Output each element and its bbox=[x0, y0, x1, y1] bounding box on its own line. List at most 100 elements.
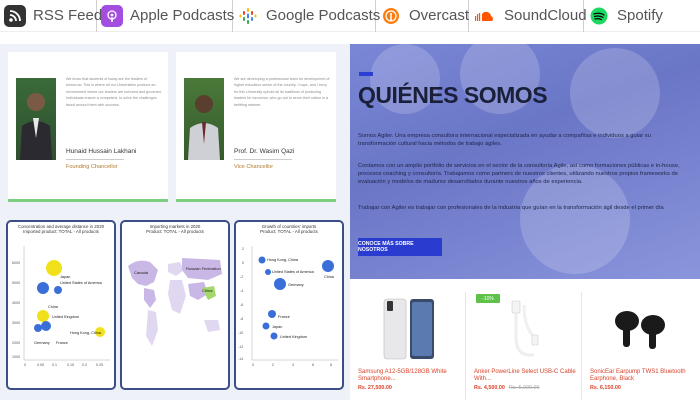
bubble-label: Germany bbox=[34, 341, 50, 345]
x-tick: 8 bbox=[330, 363, 332, 367]
spotify-link[interactable]: Spotify bbox=[584, 0, 700, 32]
bubble bbox=[34, 324, 42, 332]
bubble bbox=[54, 286, 62, 294]
bubble bbox=[270, 332, 278, 340]
y-tick: -4 bbox=[240, 289, 243, 293]
bubble-label: United States of America bbox=[272, 270, 315, 274]
bubble bbox=[322, 260, 334, 272]
agiler-page: QUIÉNES SOMOS Somos Agiler. Una empresa … bbox=[350, 44, 700, 400]
growth-bubble-chart: 2 0 -2 -4 -6 -8 -10 -12 -14 0 2 4 6 8 Ho… bbox=[238, 246, 338, 367]
product-card[interactable]: SonicEar Earpump TWS1 Bluetooth Earphone… bbox=[582, 292, 698, 400]
bubble bbox=[265, 269, 271, 275]
chancellor-name: Hunaid Hussain Lakhani bbox=[66, 148, 137, 155]
services-paragraph: Contamos con un amplio portfolio de serv… bbox=[358, 163, 680, 185]
y-tick: 1000 bbox=[12, 355, 20, 359]
product-name: Anker PowerLine Select USB-C Cable With.… bbox=[474, 369, 576, 382]
concentration-chart-card[interactable]: Concentration and average distance in 20… bbox=[6, 220, 116, 390]
podcast-links-bar: RSS Feed Apple Podcasts Google Podcasts … bbox=[0, 0, 700, 32]
x-tick: 0.15 bbox=[67, 363, 74, 367]
bubble-label: Japan bbox=[272, 325, 282, 329]
world-map: Canada Russian Federation China bbox=[128, 258, 222, 346]
chart-title: Importing markets in 2020 Product: TOTAL … bbox=[146, 224, 204, 235]
imports-growth-chart-card[interactable]: Growth of countries' imports Product: TOT… bbox=[234, 220, 344, 390]
product-name: SonicEar Earpump TWS1 Bluetooth Earphone… bbox=[590, 369, 686, 382]
x-tick: 0 bbox=[252, 363, 254, 367]
product-card[interactable]: -10% Anker PowerLine Select USB-C Cable … bbox=[466, 292, 582, 400]
university-panel: We know that students of today are the l… bbox=[0, 44, 350, 400]
soundcloud-link[interactable]: SoundCloud bbox=[469, 0, 587, 32]
chart-title: Concentration and average distance in 20… bbox=[17, 224, 105, 235]
vice-chancellor-name: Prof. Dr. Wasim Qazi bbox=[234, 148, 295, 155]
spotify-icon bbox=[588, 5, 610, 27]
bubble bbox=[37, 282, 49, 294]
map-label: Canada bbox=[134, 270, 149, 275]
divider bbox=[234, 159, 292, 160]
importing-markets-map-card[interactable]: Importing markets in 2020 Product: TOTAL … bbox=[120, 220, 230, 390]
bubble-label: United Kingdom bbox=[52, 315, 79, 319]
learn-more-button[interactable]: CONOCE MÁS SOBRE NOSOTROS bbox=[358, 238, 442, 256]
y-tick: 2000 bbox=[12, 341, 20, 345]
old-price: Rs. 5,000.00 bbox=[508, 385, 540, 391]
product-price: Rs. 4,500.00 Rs. 5,000.00 bbox=[474, 385, 540, 391]
chancellor-role: Founding Chancellor bbox=[66, 164, 118, 170]
x-tick: 0.2 bbox=[82, 363, 87, 367]
bubble-label: United States of America bbox=[60, 281, 103, 285]
profile-card-chancellor: We know that students of today are the l… bbox=[8, 52, 168, 202]
chancellor-bio: We know that students of today are the l… bbox=[66, 77, 162, 107]
rss-feed-link[interactable]: RSS Feed bbox=[0, 0, 102, 32]
divider bbox=[66, 159, 124, 160]
heading-accent-bar bbox=[359, 72, 373, 76]
overcast-icon bbox=[380, 5, 402, 27]
product-card[interactable]: Samsung A12-5GB/128GB White Smartphone..… bbox=[350, 292, 466, 400]
y-tick: -6 bbox=[240, 303, 243, 307]
bubble bbox=[268, 310, 276, 318]
google-podcasts-link[interactable]: Google Podcasts bbox=[233, 0, 380, 32]
bubble-label: France bbox=[56, 341, 68, 345]
soundcloud-icon bbox=[473, 5, 497, 27]
google-podcasts-label: Google Podcasts bbox=[266, 7, 381, 24]
vice-chancellor-bio: We are developing a professional team fo… bbox=[234, 77, 330, 107]
overcast-link[interactable]: Overcast bbox=[376, 0, 469, 32]
bubble bbox=[46, 260, 62, 276]
rss-icon bbox=[4, 4, 26, 27]
closing-paragraph: Trabajar con Agiler es trabajar con prof… bbox=[358, 205, 664, 211]
soundcloud-label: SoundCloud bbox=[504, 7, 587, 24]
google-podcasts-icon bbox=[237, 5, 259, 27]
y-tick: 5000 bbox=[12, 281, 20, 285]
cable-image bbox=[476, 296, 572, 362]
x-tick: 0.25 bbox=[96, 363, 103, 367]
bubble bbox=[262, 322, 270, 330]
bubble-label: Germany bbox=[288, 283, 304, 287]
y-tick: -2 bbox=[240, 275, 243, 279]
apple-podcasts-link[interactable]: Apple Podcasts bbox=[97, 0, 234, 32]
y-tick: -8 bbox=[240, 317, 243, 321]
y-tick: -10 bbox=[238, 331, 243, 335]
intro-paragraph: Somos Agiler. Una empresa consultora int… bbox=[358, 133, 651, 147]
overcast-label: Overcast bbox=[409, 7, 470, 24]
product-price: Rs. 27,500.00 bbox=[358, 385, 392, 391]
bubble-label: Hong Kong, China bbox=[267, 258, 299, 262]
earbuds-image bbox=[592, 296, 688, 362]
x-tick: 0 bbox=[24, 363, 26, 367]
y-tick: 0 bbox=[242, 261, 244, 265]
bubble-label: China bbox=[324, 275, 335, 279]
rss-feed-label: RSS Feed bbox=[33, 7, 103, 24]
y-tick: 6000 bbox=[12, 261, 20, 265]
x-tick: 4 bbox=[292, 363, 294, 367]
phone-image bbox=[360, 296, 456, 362]
bubble-chart: 6000 5000 4000 3000 2000 1000 0 0.05 0.1… bbox=[12, 246, 110, 367]
bubble bbox=[41, 321, 51, 331]
bubble bbox=[37, 310, 49, 322]
product-carousel: Samsung A12-5GB/128GB White Smartphone..… bbox=[350, 292, 700, 400]
vice-chancellor-photo bbox=[184, 78, 224, 160]
about-hero: QUIÉNES SOMOS Somos Agiler. Una empresa … bbox=[350, 44, 700, 279]
page-heading: QUIÉNES SOMOS bbox=[358, 82, 548, 108]
x-tick: 0.1 bbox=[52, 363, 57, 367]
y-tick: 4000 bbox=[12, 301, 20, 305]
profile-card-vice-chancellor: We are developing a professional team fo… bbox=[176, 52, 336, 202]
x-tick: 2 bbox=[272, 363, 274, 367]
background-photo bbox=[570, 48, 660, 138]
bubble-label: China bbox=[48, 305, 59, 309]
x-tick: 6 bbox=[312, 363, 314, 367]
spotify-label: Spotify bbox=[617, 7, 663, 24]
